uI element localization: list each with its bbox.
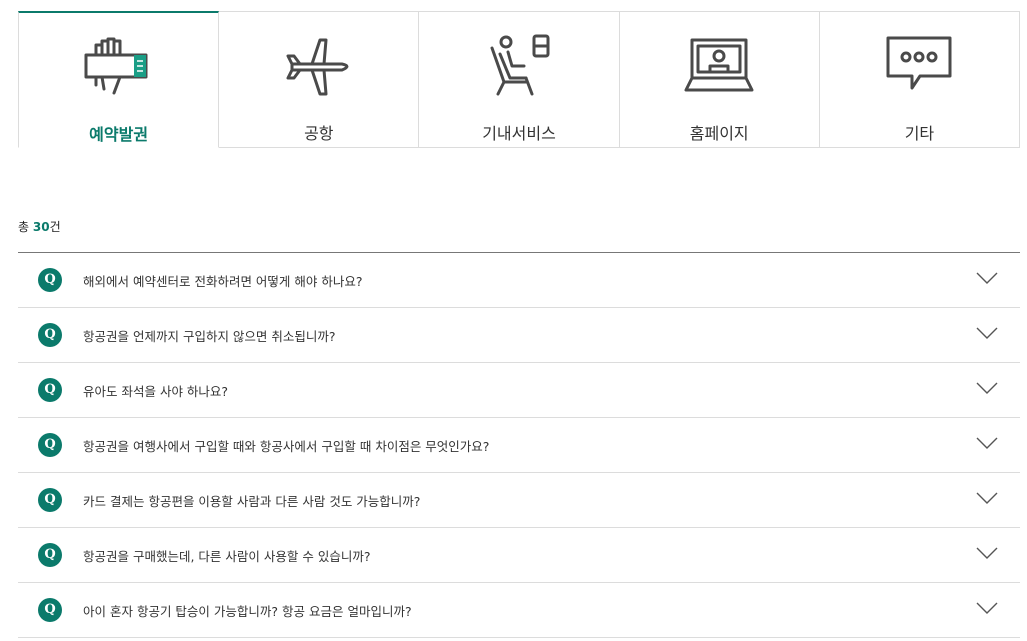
faq-question: 항공권을 여행사에서 구입할 때와 항공사에서 구입할 때 차이점은 무엇인가요… xyxy=(83,439,490,454)
airplane-icon xyxy=(286,38,349,96)
chevron-down-icon[interactable] xyxy=(976,271,998,285)
q-badge: Q xyxy=(38,598,62,622)
chevron-down-icon[interactable] xyxy=(976,491,998,505)
q-badge: Q xyxy=(38,378,62,402)
faq-item[interactable]: Q 항공권을 언제까지 구입하지 않으면 취소됩니까? xyxy=(18,308,1020,363)
tab-etc[interactable]: 기타 xyxy=(819,11,1021,148)
faq-item[interactable]: Q 아이 혼자 항공기 탑승이 가능합니까? 항공 요금은 얼마입니까? xyxy=(18,583,1020,638)
category-tabs: 예약발권 공항 기내서비스 홈페이지 기타 xyxy=(18,11,1021,148)
chevron-down-icon[interactable] xyxy=(976,326,998,340)
chevron-down-icon[interactable] xyxy=(976,601,998,615)
tab-inflight-service[interactable]: 기내서비스 xyxy=(419,11,620,148)
count-number: 30 xyxy=(32,220,50,234)
tab-label: 기내서비스 xyxy=(482,124,556,143)
tab-homepage[interactable]: 홈페이지 xyxy=(619,11,820,148)
tab-reservation-ticketing[interactable]: 예약발권 xyxy=(18,11,220,148)
faq-item[interactable]: Q 카드 결제는 항공편을 이용할 사람과 다른 사람 것도 가능합니까? xyxy=(18,473,1020,528)
faq-question: 항공권을 구매했는데, 다른 사람이 사용할 수 있습니까? xyxy=(83,549,371,564)
speech-bubble-icon xyxy=(886,36,952,90)
chevron-down-icon[interactable] xyxy=(976,546,998,560)
tab-label: 홈페이지 xyxy=(689,124,749,143)
faq-item[interactable]: Q 유아도 좌석을 사야 하나요? xyxy=(18,363,1020,418)
tab-label: 공항 xyxy=(304,124,334,143)
q-badge: Q xyxy=(38,323,62,347)
faq-question: 유아도 좌석을 사야 하나요? xyxy=(83,384,229,399)
result-count: 총 30건 xyxy=(18,218,61,235)
faq-item[interactable]: Q 해외에서 예약센터로 전화하려면 어떻게 해야 하나요? xyxy=(18,253,1020,308)
faq-item[interactable]: Q 항공권을 구매했는데, 다른 사람이 사용할 수 있습니까? xyxy=(18,528,1020,583)
q-badge: Q xyxy=(38,433,62,457)
faq-question: 아이 혼자 항공기 탑승이 가능합니까? 항공 요금은 얼마입니까? xyxy=(83,604,412,619)
q-badge: Q xyxy=(38,488,62,512)
ticket-hand-icon xyxy=(84,37,148,95)
count-prefix: 총 xyxy=(18,220,33,234)
tab-label: 기타 xyxy=(904,124,935,143)
chevron-down-icon[interactable] xyxy=(976,381,998,395)
seat-icon xyxy=(490,34,550,96)
tab-airport[interactable]: 공항 xyxy=(219,11,420,148)
tab-label: 예약발권 xyxy=(89,125,149,144)
count-suffix: 건 xyxy=(49,220,61,234)
faq-question: 항공권을 언제까지 구입하지 않으면 취소됩니까? xyxy=(83,329,336,344)
faq-item[interactable]: Q 항공권을 여행사에서 구입할 때와 항공사에서 구입할 때 차이점은 무엇인… xyxy=(18,418,1020,473)
q-badge: Q xyxy=(38,268,62,292)
chevron-down-icon[interactable] xyxy=(976,436,998,450)
faq-question: 해외에서 예약센터로 전화하려면 어떻게 해야 하나요? xyxy=(83,274,363,289)
faq-list: Q 해외에서 예약센터로 전화하려면 어떻게 해야 하나요? Q 항공권을 언제… xyxy=(18,252,1020,638)
q-badge: Q xyxy=(38,543,62,567)
laptop-icon xyxy=(684,38,754,92)
faq-question: 카드 결제는 항공편을 이용할 사람과 다른 사람 것도 가능합니까? xyxy=(83,494,421,509)
